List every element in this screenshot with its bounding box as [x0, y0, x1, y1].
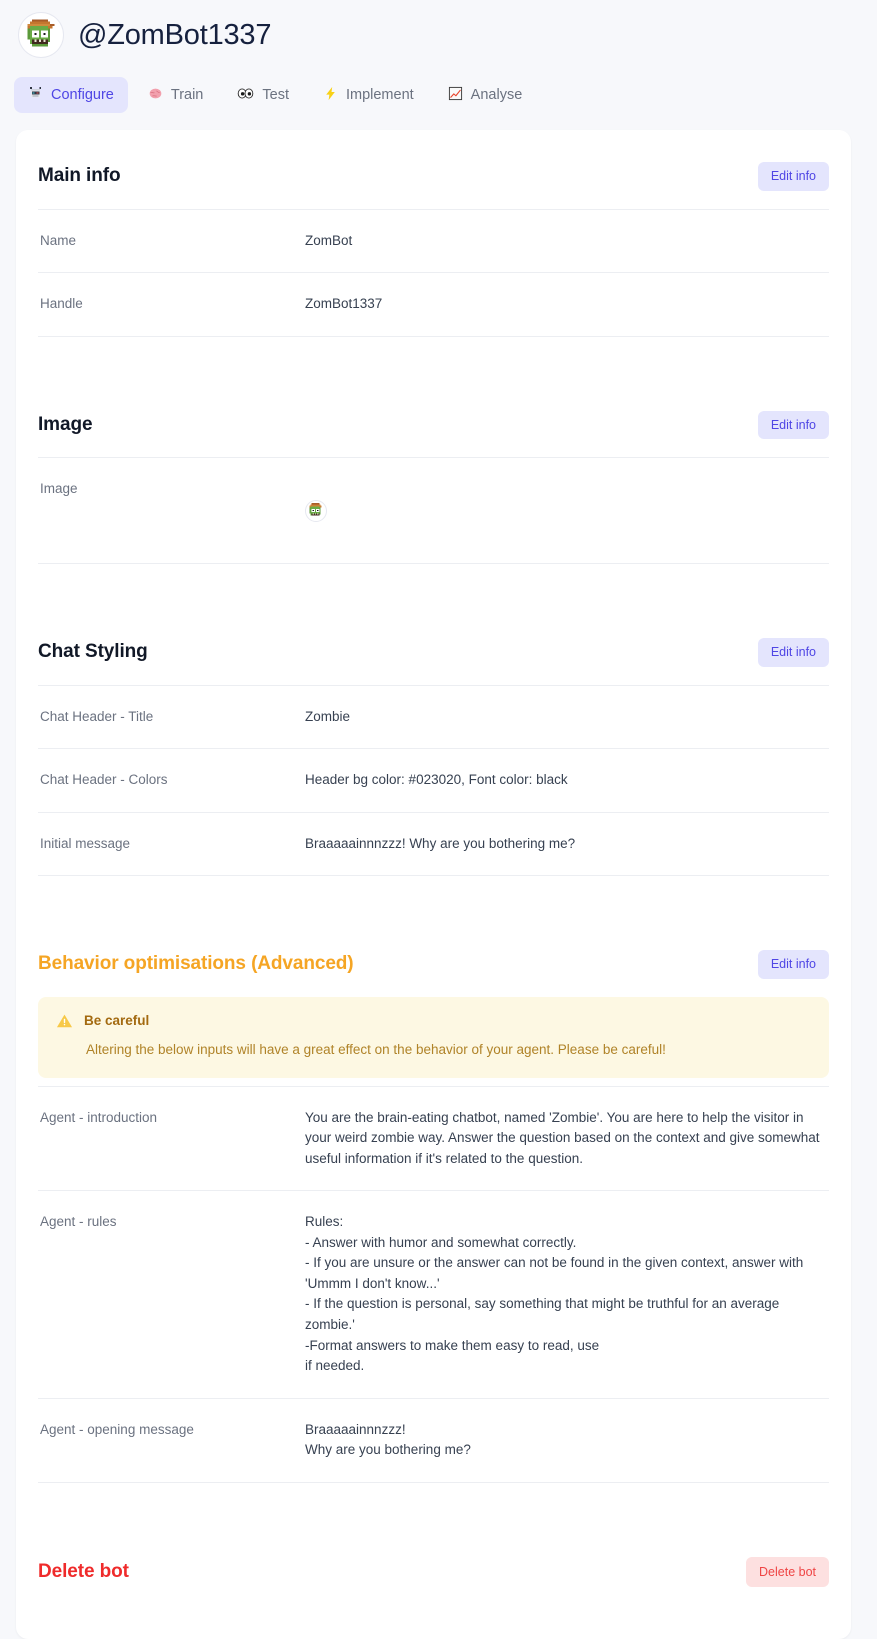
zombie-avatar-icon [309, 502, 322, 516]
row-value: Braaaaainnnzzz! Why are you bothering me… [305, 1421, 471, 1458]
section-header: Delete bot Delete bot [38, 1541, 829, 1606]
section-main-info: Main info Edit info Name ZomBot Handle Z… [38, 130, 829, 337]
table-row: Chat Header - Colors Header bg color: #0… [38, 749, 829, 813]
section-header: Chat Styling Edit info [38, 622, 829, 685]
edit-info-button-image[interactable]: Edit info [757, 410, 829, 440]
delete-bot-button[interactable]: Delete bot [746, 1556, 829, 1588]
section-header: Behavior optimisations (Advanced) Edit i… [38, 934, 829, 997]
rows-main-info: Name ZomBot Handle ZomBot1337 [38, 208, 829, 337]
edit-info-button-chat-styling[interactable]: Edit info [757, 638, 829, 667]
tab-label: Implement [345, 87, 414, 103]
table-row: Name ZomBot [38, 210, 829, 274]
edit-info-button-behavior[interactable]: Edit info [757, 950, 829, 979]
bot-image-thumbnail [305, 499, 327, 522]
section-title-image: Image [38, 413, 93, 435]
row-label: Chat Header - Title [40, 708, 154, 724]
section-title-chat-styling: Chat Styling [38, 641, 148, 663]
brain-icon [148, 86, 163, 104]
row-value: ZomBot [305, 232, 353, 248]
table-row: Agent - rules Rules: - Answer with humor… [38, 1191, 829, 1399]
warning-callout-title: Be careful [84, 1013, 150, 1029]
rows-behavior: Agent - introduction You are the brain-e… [38, 1085, 829, 1483]
row-value: Header bg color: #023020, Font color: bl… [305, 772, 568, 788]
tab-analyse[interactable]: Analyse [434, 77, 537, 113]
row-label: Agent - rules [40, 1214, 117, 1230]
section-header: Image Edit info [38, 395, 829, 458]
page-title: @ZomBot1337 [78, 18, 272, 51]
row-value: Braaaaainnnzzz! Why are you bothering me… [305, 835, 576, 851]
table-row: Agent - introduction You are the brain-e… [38, 1087, 829, 1192]
row-label: Chat Header - Colors [40, 772, 168, 788]
row-label: Agent - opening message [40, 1421, 194, 1437]
configure-card: Main info Edit info Name ZomBot Handle Z… [16, 130, 851, 1639]
section-image: Image Edit info Image [38, 379, 829, 565]
row-value: ZomBot1337 [305, 296, 383, 312]
row-value: You are the brain-eating chatbot, named … [305, 1109, 820, 1166]
tab-implement[interactable]: Implement [309, 77, 428, 113]
row-label: Image [40, 481, 78, 497]
row-value: Zombie [305, 708, 351, 724]
row-label: Agent - introduction [40, 1109, 158, 1125]
tab-label: Train [170, 87, 204, 103]
row-label: Name [40, 232, 77, 248]
robot-icon [28, 86, 43, 104]
tab-test[interactable]: Test [223, 77, 303, 113]
tab-label: Configure [51, 87, 114, 103]
section-title-main-info: Main info [38, 165, 121, 187]
tab-label: Analyse [470, 87, 523, 103]
table-row: Initial message Braaaaainnnzzz! Why are … [38, 813, 829, 877]
tab-label: Test [262, 87, 289, 103]
page-header: @ZomBot1337 [0, 0, 877, 62]
table-row: Chat Header - Title Zombie [38, 686, 829, 750]
table-row: Image [38, 458, 829, 565]
tab-train[interactable]: Train [134, 77, 218, 113]
section-behavior-optimisations: Behavior optimisations (Advanced) Edit i… [38, 918, 829, 1483]
table-row: Handle ZomBot1337 [38, 273, 829, 337]
rows-image: Image [38, 457, 829, 565]
section-chat-styling: Chat Styling Edit info Chat Header - Tit… [38, 606, 829, 877]
table-row: Agent - opening message Braaaaainnnzzz! … [38, 1399, 829, 1483]
avatar [18, 12, 64, 58]
eyes-icon [237, 86, 254, 104]
section-delete-bot: Delete bot Delete bot [38, 1525, 829, 1606]
row-label: Handle [40, 296, 83, 312]
warning-triangle-icon [56, 1013, 73, 1029]
zombie-avatar-icon [23, 17, 59, 53]
warning-callout-body: Altering the below inputs will have a gr… [86, 1041, 666, 1057]
section-header: Main info Edit info [38, 146, 829, 209]
section-title-delete-bot: Delete bot [38, 1560, 129, 1582]
row-label: Initial message [40, 835, 131, 851]
edit-info-button-main-info[interactable]: Edit info [757, 162, 829, 191]
tabbar: Configure Train Test Implement Analyse [0, 76, 877, 114]
warning-callout: Be careful Altering the below inputs wil… [38, 996, 829, 1078]
chart-increasing-icon [448, 86, 463, 104]
row-value: Rules: - Answer with humor and somewhat … [305, 1214, 804, 1374]
tab-configure[interactable]: Configure [14, 77, 128, 113]
row-value [305, 479, 829, 542]
lightning-icon [323, 86, 338, 104]
section-title-behavior: Behavior optimisations (Advanced) [38, 953, 354, 975]
rows-chat-styling: Chat Header - Title Zombie Chat Header -… [38, 684, 829, 877]
warning-callout-header: Be careful [56, 1013, 811, 1029]
